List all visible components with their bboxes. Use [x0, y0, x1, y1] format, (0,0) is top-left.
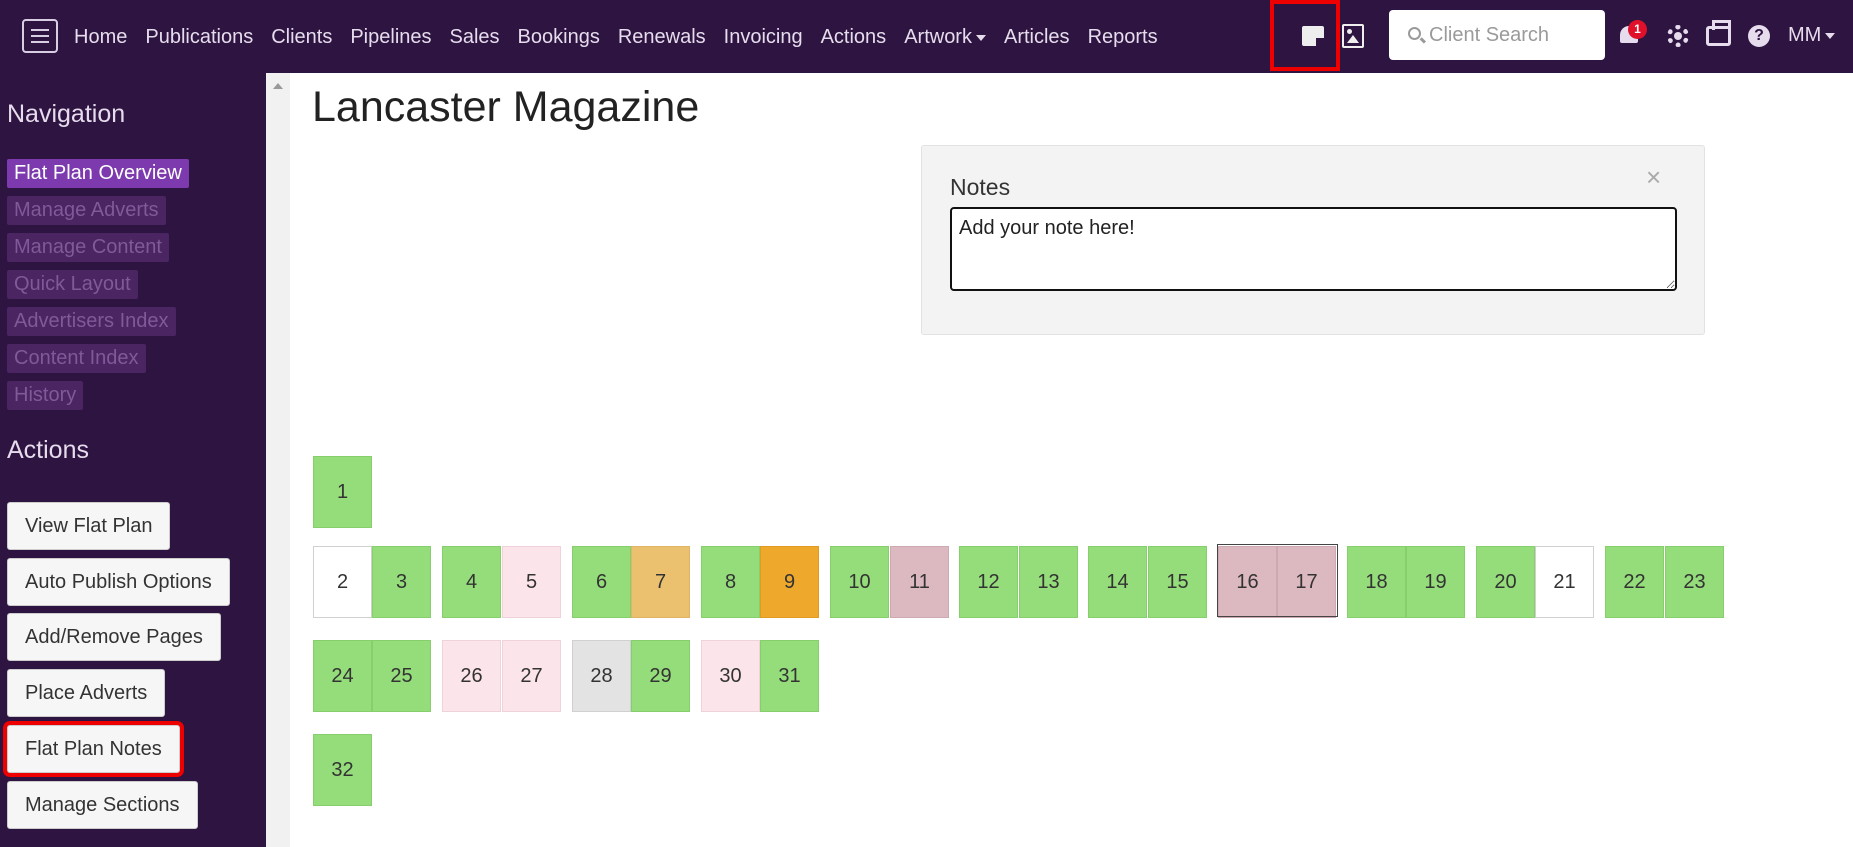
nav-artwork-label: Artwork	[904, 26, 972, 48]
selected-spread-outline	[1217, 544, 1338, 617]
actions-heading: Actions	[7, 436, 89, 464]
nav-clients[interactable]: Clients	[262, 22, 341, 53]
flat-plan-page[interactable]: 2	[313, 546, 372, 618]
nav-invoicing[interactable]: Invoicing	[715, 22, 812, 53]
close-icon[interactable]: ×	[1646, 164, 1661, 190]
notes-label: Notes	[950, 174, 1011, 200]
sidebar-link-content-index[interactable]: Content Index	[7, 344, 146, 373]
auto-publish-options-button[interactable]: Auto Publish Options	[7, 558, 230, 606]
notes-textarea[interactable]: Add your note here!	[950, 207, 1677, 291]
notes-panel: Notes × Add your note here!	[921, 145, 1705, 335]
nav-artwork-dropdown[interactable]: Artwork	[895, 22, 995, 53]
user-initials: MM	[1788, 24, 1822, 46]
page-title: Lancaster Magazine	[312, 83, 700, 131]
flat-plan-page[interactable]: 4	[442, 546, 501, 618]
navigation-heading: Navigation	[7, 100, 126, 128]
flat-plan-page[interactable]: 7	[631, 546, 690, 618]
sidebar-link-advertisers-index[interactable]: Advertisers Index	[7, 307, 176, 336]
flat-plan-page[interactable]: 23	[1665, 546, 1724, 618]
flat-plan-page[interactable]: 32	[313, 734, 372, 806]
sidebar-link-manage-content[interactable]: Manage Content	[7, 233, 169, 262]
add-remove-pages-button[interactable]: Add/Remove Pages	[7, 613, 221, 661]
help-icon[interactable]: ?	[1748, 25, 1770, 47]
flat-plan-page[interactable]: 29	[631, 640, 690, 712]
flat-plan-page[interactable]: 15	[1148, 546, 1207, 618]
flat-plan-page[interactable]: 13	[1019, 546, 1078, 618]
printer-icon[interactable]	[1706, 20, 1731, 46]
chevron-down-icon	[975, 34, 986, 41]
user-menu[interactable]: MM	[1788, 24, 1836, 47]
place-adverts-button[interactable]: Place Adverts	[7, 669, 166, 717]
search-icon	[1408, 27, 1421, 40]
sidebar-link-history[interactable]: History	[7, 381, 84, 410]
flat-plan-page[interactable]: 21	[1535, 546, 1594, 618]
flat-plan-page[interactable]: 20	[1476, 546, 1535, 618]
nav-publications[interactable]: Publications	[136, 22, 262, 53]
view-flat-plan-button[interactable]: View Flat Plan	[7, 502, 171, 550]
flat-plan-page[interactable]: 30	[701, 640, 760, 712]
flat-plan-page[interactable]: 28	[572, 640, 631, 712]
flat-plan-page[interactable]: 26	[442, 640, 501, 712]
flat-plan-page[interactable]: 8	[701, 546, 760, 618]
flat-plan-page[interactable]: 3	[372, 546, 431, 618]
chevron-down-icon	[1825, 32, 1836, 39]
flat-plan-page[interactable]: 1	[313, 456, 372, 528]
flat-plan-page[interactable]: 31	[760, 640, 819, 712]
sidebar-link-quick-layout[interactable]: Quick Layout	[7, 270, 138, 299]
sticky-note-icon[interactable]	[1302, 26, 1324, 46]
image-icon[interactable]	[1342, 24, 1364, 48]
nav-sales[interactable]: Sales	[441, 22, 509, 53]
notification-badge: 1	[1628, 20, 1647, 39]
flat-plan-page[interactable]: 5	[502, 546, 561, 618]
flat-plan-page[interactable]: 18	[1347, 546, 1406, 618]
sidebar-link-flat-plan-overview[interactable]: Flat Plan Overview	[7, 159, 189, 188]
flat-plan-page[interactable]: 24	[313, 640, 372, 712]
flat-plan-page[interactable]: 12	[959, 546, 1018, 618]
main-nav: Home Publications Clients Pipelines Sale…	[74, 22, 1167, 53]
nav-bookings[interactable]: Bookings	[509, 22, 609, 53]
top-navbar: Home Publications Clients Pipelines Sale…	[0, 0, 1853, 73]
hamburger-menu-icon[interactable]	[22, 19, 58, 53]
nav-articles[interactable]: Articles	[995, 22, 1079, 53]
client-search-input[interactable]	[1429, 22, 1599, 48]
sidebar: Navigation Flat Plan Overview Manage Adv…	[0, 73, 266, 847]
nav-reports[interactable]: Reports	[1079, 22, 1167, 53]
flat-plan-page[interactable]: 9	[760, 546, 819, 618]
flat-plan-page[interactable]: 27	[502, 640, 561, 712]
nav-actions[interactable]: Actions	[812, 22, 896, 53]
flat-plan-page[interactable]: 25	[372, 640, 431, 712]
client-search[interactable]	[1389, 10, 1605, 60]
gear-icon[interactable]	[1667, 25, 1689, 47]
flat-plan-page[interactable]: 6	[572, 546, 631, 618]
flat-plan-page[interactable]: 19	[1406, 546, 1465, 618]
manage-sections-button[interactable]: Manage Sections	[7, 781, 198, 829]
sidebar-scrollbar[interactable]	[266, 73, 290, 847]
flat-plan-page[interactable]: 11	[890, 546, 949, 618]
nav-pipelines[interactable]: Pipelines	[341, 22, 440, 53]
flat-plan-page[interactable]: 10	[830, 546, 889, 618]
flat-plan-page[interactable]: 22	[1605, 546, 1664, 618]
nav-renewals[interactable]: Renewals	[609, 22, 715, 53]
sidebar-link-manage-adverts[interactable]: Manage Adverts	[7, 196, 166, 225]
flat-plan-page[interactable]: 14	[1088, 546, 1147, 618]
nav-home[interactable]: Home	[74, 22, 136, 53]
flat-plan-notes-button[interactable]: Flat Plan Notes	[7, 725, 180, 773]
